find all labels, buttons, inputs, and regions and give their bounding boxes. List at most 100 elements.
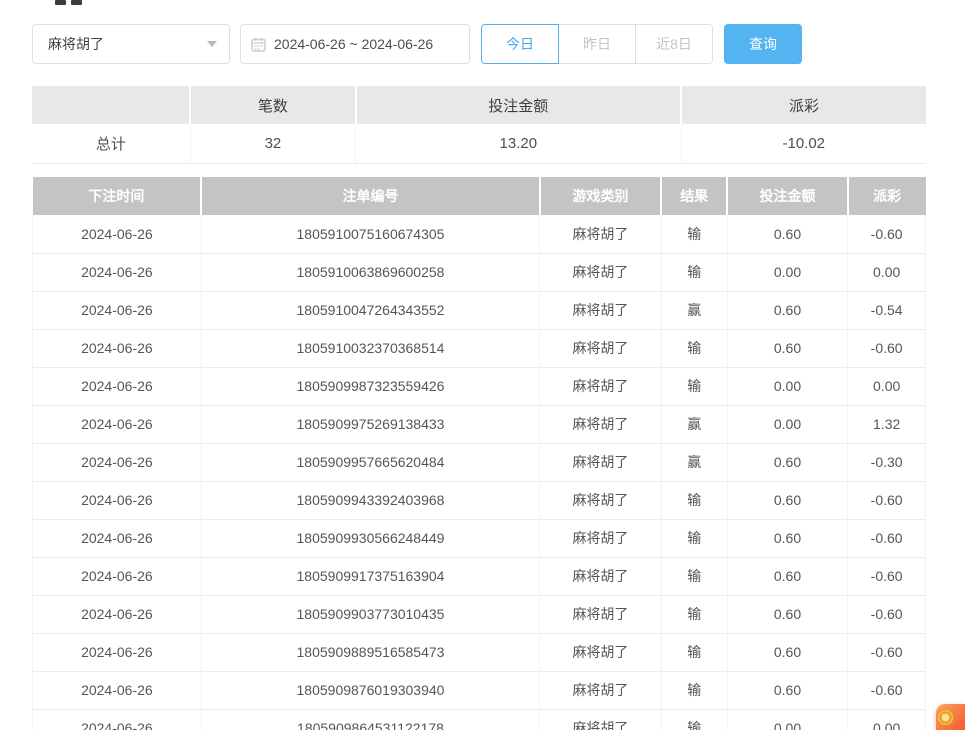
bet-cell-game: 麻将胡了	[540, 519, 661, 557]
game-type-select-value: 麻将胡了	[48, 34, 207, 54]
bet-cell-amount: 0.60	[727, 443, 848, 481]
bet-cell-result: 输	[661, 367, 727, 405]
bet-table-row: 2024-06-261805909957665620484麻将胡了赢0.60-0…	[33, 443, 926, 481]
bet-cell-time: 2024-06-26	[33, 367, 202, 405]
bet-cell-result: 输	[661, 595, 727, 633]
clipped-text-fragment	[71, 0, 82, 5]
bet-cell-game: 麻将胡了	[540, 443, 661, 481]
bet-cell-game: 麻将胡了	[540, 215, 661, 253]
chevron-down-icon	[207, 41, 217, 47]
bet-table-row: 2024-06-261805910047264343552麻将胡了赢0.60-0…	[33, 291, 926, 329]
bet-cell-game: 麻将胡了	[540, 557, 661, 595]
bet-cell-game: 麻将胡了	[540, 291, 661, 329]
summary-total-count: 32	[190, 124, 355, 163]
bet-cell-payout: 0.00	[848, 709, 926, 730]
filter-today-button[interactable]: 今日	[481, 24, 559, 64]
bet-cell-bet_id: 1805909889516585473	[201, 633, 539, 671]
bet-cell-payout: -0.60	[848, 671, 926, 709]
bet-cell-time: 2024-06-26	[33, 253, 202, 291]
bet-cell-result: 赢	[661, 291, 727, 329]
bet-cell-game: 麻将胡了	[540, 253, 661, 291]
bet-cell-payout: -0.60	[848, 481, 926, 519]
bet-cell-amount: 0.60	[727, 329, 848, 367]
bet-table-row: 2024-06-261805910063869600258麻将胡了输0.000.…	[33, 253, 926, 291]
red-envelope-icon[interactable]	[936, 704, 965, 730]
bet-cell-time: 2024-06-26	[33, 481, 202, 519]
query-button[interactable]: 查询	[724, 24, 802, 64]
bet-cell-bet_id: 1805909957665620484	[201, 443, 539, 481]
bet-cell-bet_id: 1805910047264343552	[201, 291, 539, 329]
summary-header-count: 笔数	[190, 86, 355, 124]
summary-table: 笔数 投注金额 派彩 总计 32 13.20 -10.02	[32, 86, 926, 164]
bet-table-row: 2024-06-261805909889516585473麻将胡了输0.60-0…	[33, 633, 926, 671]
bet-cell-bet_id: 1805909943392403968	[201, 481, 539, 519]
summary-total-label: 总计	[32, 124, 190, 163]
bet-table-row: 2024-06-261805910032370368514麻将胡了输0.60-0…	[33, 329, 926, 367]
bet-cell-game: 麻将胡了	[540, 367, 661, 405]
bet-table-header-game: 游戏类别	[540, 177, 661, 215]
clipped-page-title	[55, 0, 87, 6]
bet-cell-amount: 0.60	[727, 291, 848, 329]
bet-cell-result: 输	[661, 253, 727, 291]
bet-table-row: 2024-06-261805909930566248449麻将胡了输0.60-0…	[33, 519, 926, 557]
summary-header-row: 笔数 投注金额 派彩	[32, 86, 926, 124]
bet-cell-time: 2024-06-26	[33, 291, 202, 329]
quick-date-filter-group: 今日 昨日 近8日	[481, 24, 713, 64]
bet-table-row: 2024-06-261805909987323559426麻将胡了输0.000.…	[33, 367, 926, 405]
bet-table-row: 2024-06-261805909876019303940麻将胡了输0.60-0…	[33, 671, 926, 709]
bet-cell-payout: 0.00	[848, 253, 926, 291]
gold-coin-icon	[937, 709, 954, 726]
bet-cell-payout: 0.00	[848, 367, 926, 405]
bet-table-header-result: 结果	[661, 177, 727, 215]
bet-cell-payout: 1.32	[848, 405, 926, 443]
bet-cell-bet_id: 1805909917375163904	[201, 557, 539, 595]
bet-table-row: 2024-06-261805910075160674305麻将胡了输0.60-0…	[33, 215, 926, 253]
bet-cell-result: 输	[661, 519, 727, 557]
bet-cell-payout: -0.60	[848, 329, 926, 367]
bet-cell-result: 输	[661, 709, 727, 730]
summary-total-amount: 13.20	[356, 124, 681, 163]
bet-cell-amount: 0.60	[727, 481, 848, 519]
bet-cell-game: 麻将胡了	[540, 671, 661, 709]
bet-cell-time: 2024-06-26	[33, 215, 202, 253]
bet-table-header-time: 下注时间	[33, 177, 202, 215]
bet-cell-time: 2024-06-26	[33, 557, 202, 595]
filter-last8days-button[interactable]: 近8日	[635, 24, 713, 64]
bet-cell-amount: 0.00	[727, 405, 848, 443]
bet-cell-result: 输	[661, 633, 727, 671]
bet-cell-bet_id: 1805910032370368514	[201, 329, 539, 367]
bet-cell-bet_id: 1805909903773010435	[201, 595, 539, 633]
bet-cell-payout: -0.54	[848, 291, 926, 329]
bet-cell-payout: -0.60	[848, 595, 926, 633]
bet-cell-amount: 0.00	[727, 253, 848, 291]
bet-cell-time: 2024-06-26	[33, 405, 202, 443]
bet-cell-bet_id: 1805909975269138433	[201, 405, 539, 443]
bet-records-table: 下注时间注单编号游戏类别结果投注金额派彩 2024-06-26180591007…	[32, 177, 926, 730]
bet-cell-payout: -0.60	[848, 633, 926, 671]
bet-cell-bet_id: 1805909876019303940	[201, 671, 539, 709]
summary-total-row: 总计 32 13.20 -10.02	[32, 124, 926, 163]
bet-cell-game: 麻将胡了	[540, 595, 661, 633]
calendar-icon	[251, 37, 266, 52]
bet-cell-game: 麻将胡了	[540, 709, 661, 730]
game-type-select[interactable]: 麻将胡了	[32, 24, 230, 64]
filter-yesterday-button[interactable]: 昨日	[558, 24, 636, 64]
bet-cell-game: 麻将胡了	[540, 329, 661, 367]
bet-cell-amount: 0.00	[727, 367, 848, 405]
bet-table-row: 2024-06-261805909975269138433麻将胡了赢0.001.…	[33, 405, 926, 443]
bet-cell-amount: 0.60	[727, 557, 848, 595]
bet-cell-bet_id: 1805909930566248449	[201, 519, 539, 557]
bet-table-header-amount: 投注金额	[727, 177, 848, 215]
clipped-text-fragment	[55, 0, 66, 5]
summary-header-amount: 投注金额	[356, 86, 681, 124]
bet-cell-time: 2024-06-26	[33, 671, 202, 709]
date-range-input[interactable]: 2024-06-26 ~ 2024-06-26	[240, 24, 470, 64]
bet-cell-time: 2024-06-26	[33, 519, 202, 557]
bet-cell-amount: 0.60	[727, 215, 848, 253]
bet-cell-time: 2024-06-26	[33, 329, 202, 367]
bet-table-header-bet_id: 注单编号	[201, 177, 539, 215]
bet-cell-time: 2024-06-26	[33, 709, 202, 730]
bet-cell-result: 输	[661, 329, 727, 367]
summary-header-payout: 派彩	[681, 86, 926, 124]
bet-cell-payout: -0.60	[848, 519, 926, 557]
